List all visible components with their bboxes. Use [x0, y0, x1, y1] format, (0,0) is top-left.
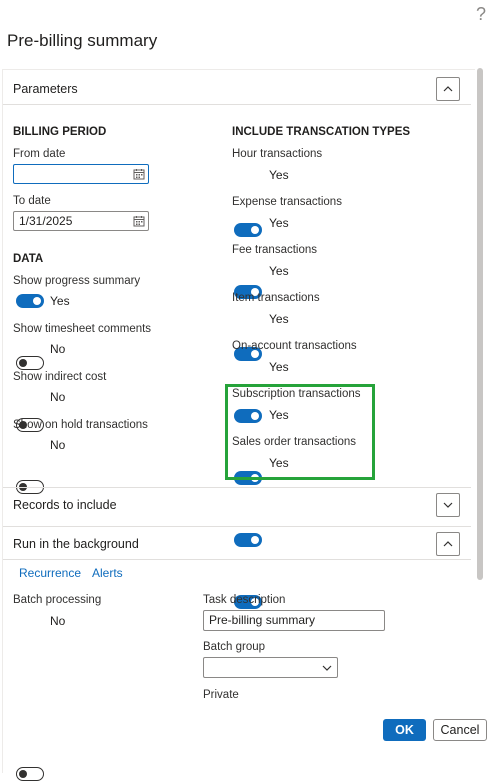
show-timesheet-comments-label: Show timesheet comments: [13, 323, 152, 335]
batch-group-select[interactable]: [203, 657, 338, 678]
to-date-input[interactable]: 1/31/2025: [13, 211, 149, 231]
parameters-header[interactable]: Parameters: [13, 82, 78, 96]
background-collapse-button[interactable]: [436, 532, 460, 556]
sales-order-transactions-label: Sales order transactions: [232, 436, 357, 448]
expense-transactions-value: Yes: [269, 216, 289, 230]
records-to-include-header[interactable]: Records to include: [13, 498, 117, 512]
hour-transactions-toggle[interactable]: [234, 223, 262, 237]
subscription-transactions-toggle[interactable]: [234, 533, 262, 547]
run-in-background-header[interactable]: Run in the background: [13, 537, 139, 551]
show-progress-summary-label: Show progress summary: [13, 275, 141, 287]
show-indirect-cost-value: No: [50, 390, 66, 404]
subscription-transactions-label: Subscription transactions: [232, 388, 361, 400]
chevron-down-icon: [443, 502, 453, 508]
chevron-up-icon: [443, 86, 453, 92]
dialog-title: Pre-billing summary: [7, 31, 158, 50]
records-expand-button[interactable]: [436, 493, 460, 517]
chevron-down-icon: [322, 665, 332, 671]
show-on-hold-transactions-value: No: [50, 438, 66, 452]
transaction-types-heading: INCLUDE TRANSCATION TYPES: [232, 126, 411, 138]
parameters-collapse-button[interactable]: [436, 77, 460, 101]
on-account-transactions-label: On-account transactions: [232, 340, 357, 352]
batch-processing-label: Batch processing: [13, 594, 102, 606]
item-transactions-value: Yes: [269, 312, 289, 326]
data-heading: DATA: [13, 253, 44, 265]
section-divider: [3, 559, 471, 560]
hour-transactions-label: Hour transactions: [232, 148, 323, 160]
task-description-input[interactable]: Pre-billing summary: [203, 610, 385, 631]
cancel-button[interactable]: Cancel: [433, 719, 487, 741]
calendar-icon[interactable]: [133, 168, 145, 180]
item-transactions-label: Item transactions: [232, 292, 320, 304]
show-timesheet-comments-toggle[interactable]: [16, 356, 44, 370]
fee-transactions-value: Yes: [269, 264, 289, 278]
show-progress-summary-value: Yes: [50, 294, 70, 308]
section-divider: [3, 104, 471, 105]
subscription-transactions-value: Yes: [269, 408, 289, 422]
alerts-link[interactable]: Alerts: [92, 566, 123, 580]
billing-period-heading: BILLING PERIOD: [13, 126, 107, 138]
show-indirect-cost-label: Show indirect cost: [13, 371, 107, 383]
section-divider: [3, 487, 471, 488]
show-progress-summary-toggle[interactable]: [16, 294, 44, 308]
fee-transactions-label: Fee transactions: [232, 244, 318, 256]
on-account-transactions-value: Yes: [269, 360, 289, 374]
sales-order-transactions-value: Yes: [269, 456, 289, 470]
to-date-label: To date: [13, 195, 51, 207]
help-icon[interactable]: ?: [476, 4, 486, 25]
task-description-label: Task description: [203, 594, 286, 606]
section-divider: [3, 526, 471, 527]
show-timesheet-comments-value: No: [50, 342, 66, 356]
batch-processing-toggle[interactable]: [16, 767, 44, 781]
ok-button[interactable]: OK: [383, 719, 426, 741]
from-date-label: From date: [13, 148, 66, 160]
batch-processing-value: No: [50, 614, 66, 628]
hour-transactions-value: Yes: [269, 168, 289, 182]
from-date-input[interactable]: [13, 164, 149, 184]
expense-transactions-label: Expense transactions: [232, 196, 342, 208]
task-description-value: Pre-billing summary: [209, 613, 316, 627]
batch-group-label: Batch group: [203, 641, 266, 653]
scrollbar-thumb[interactable]: [477, 68, 483, 580]
calendar-icon[interactable]: [133, 215, 145, 227]
chevron-up-icon: [443, 541, 453, 547]
private-label: Private: [203, 689, 239, 701]
recurrence-link[interactable]: Recurrence: [19, 566, 81, 580]
show-on-hold-transactions-label: Show on hold transactions: [13, 419, 148, 431]
to-date-value: 1/31/2025: [19, 214, 73, 228]
